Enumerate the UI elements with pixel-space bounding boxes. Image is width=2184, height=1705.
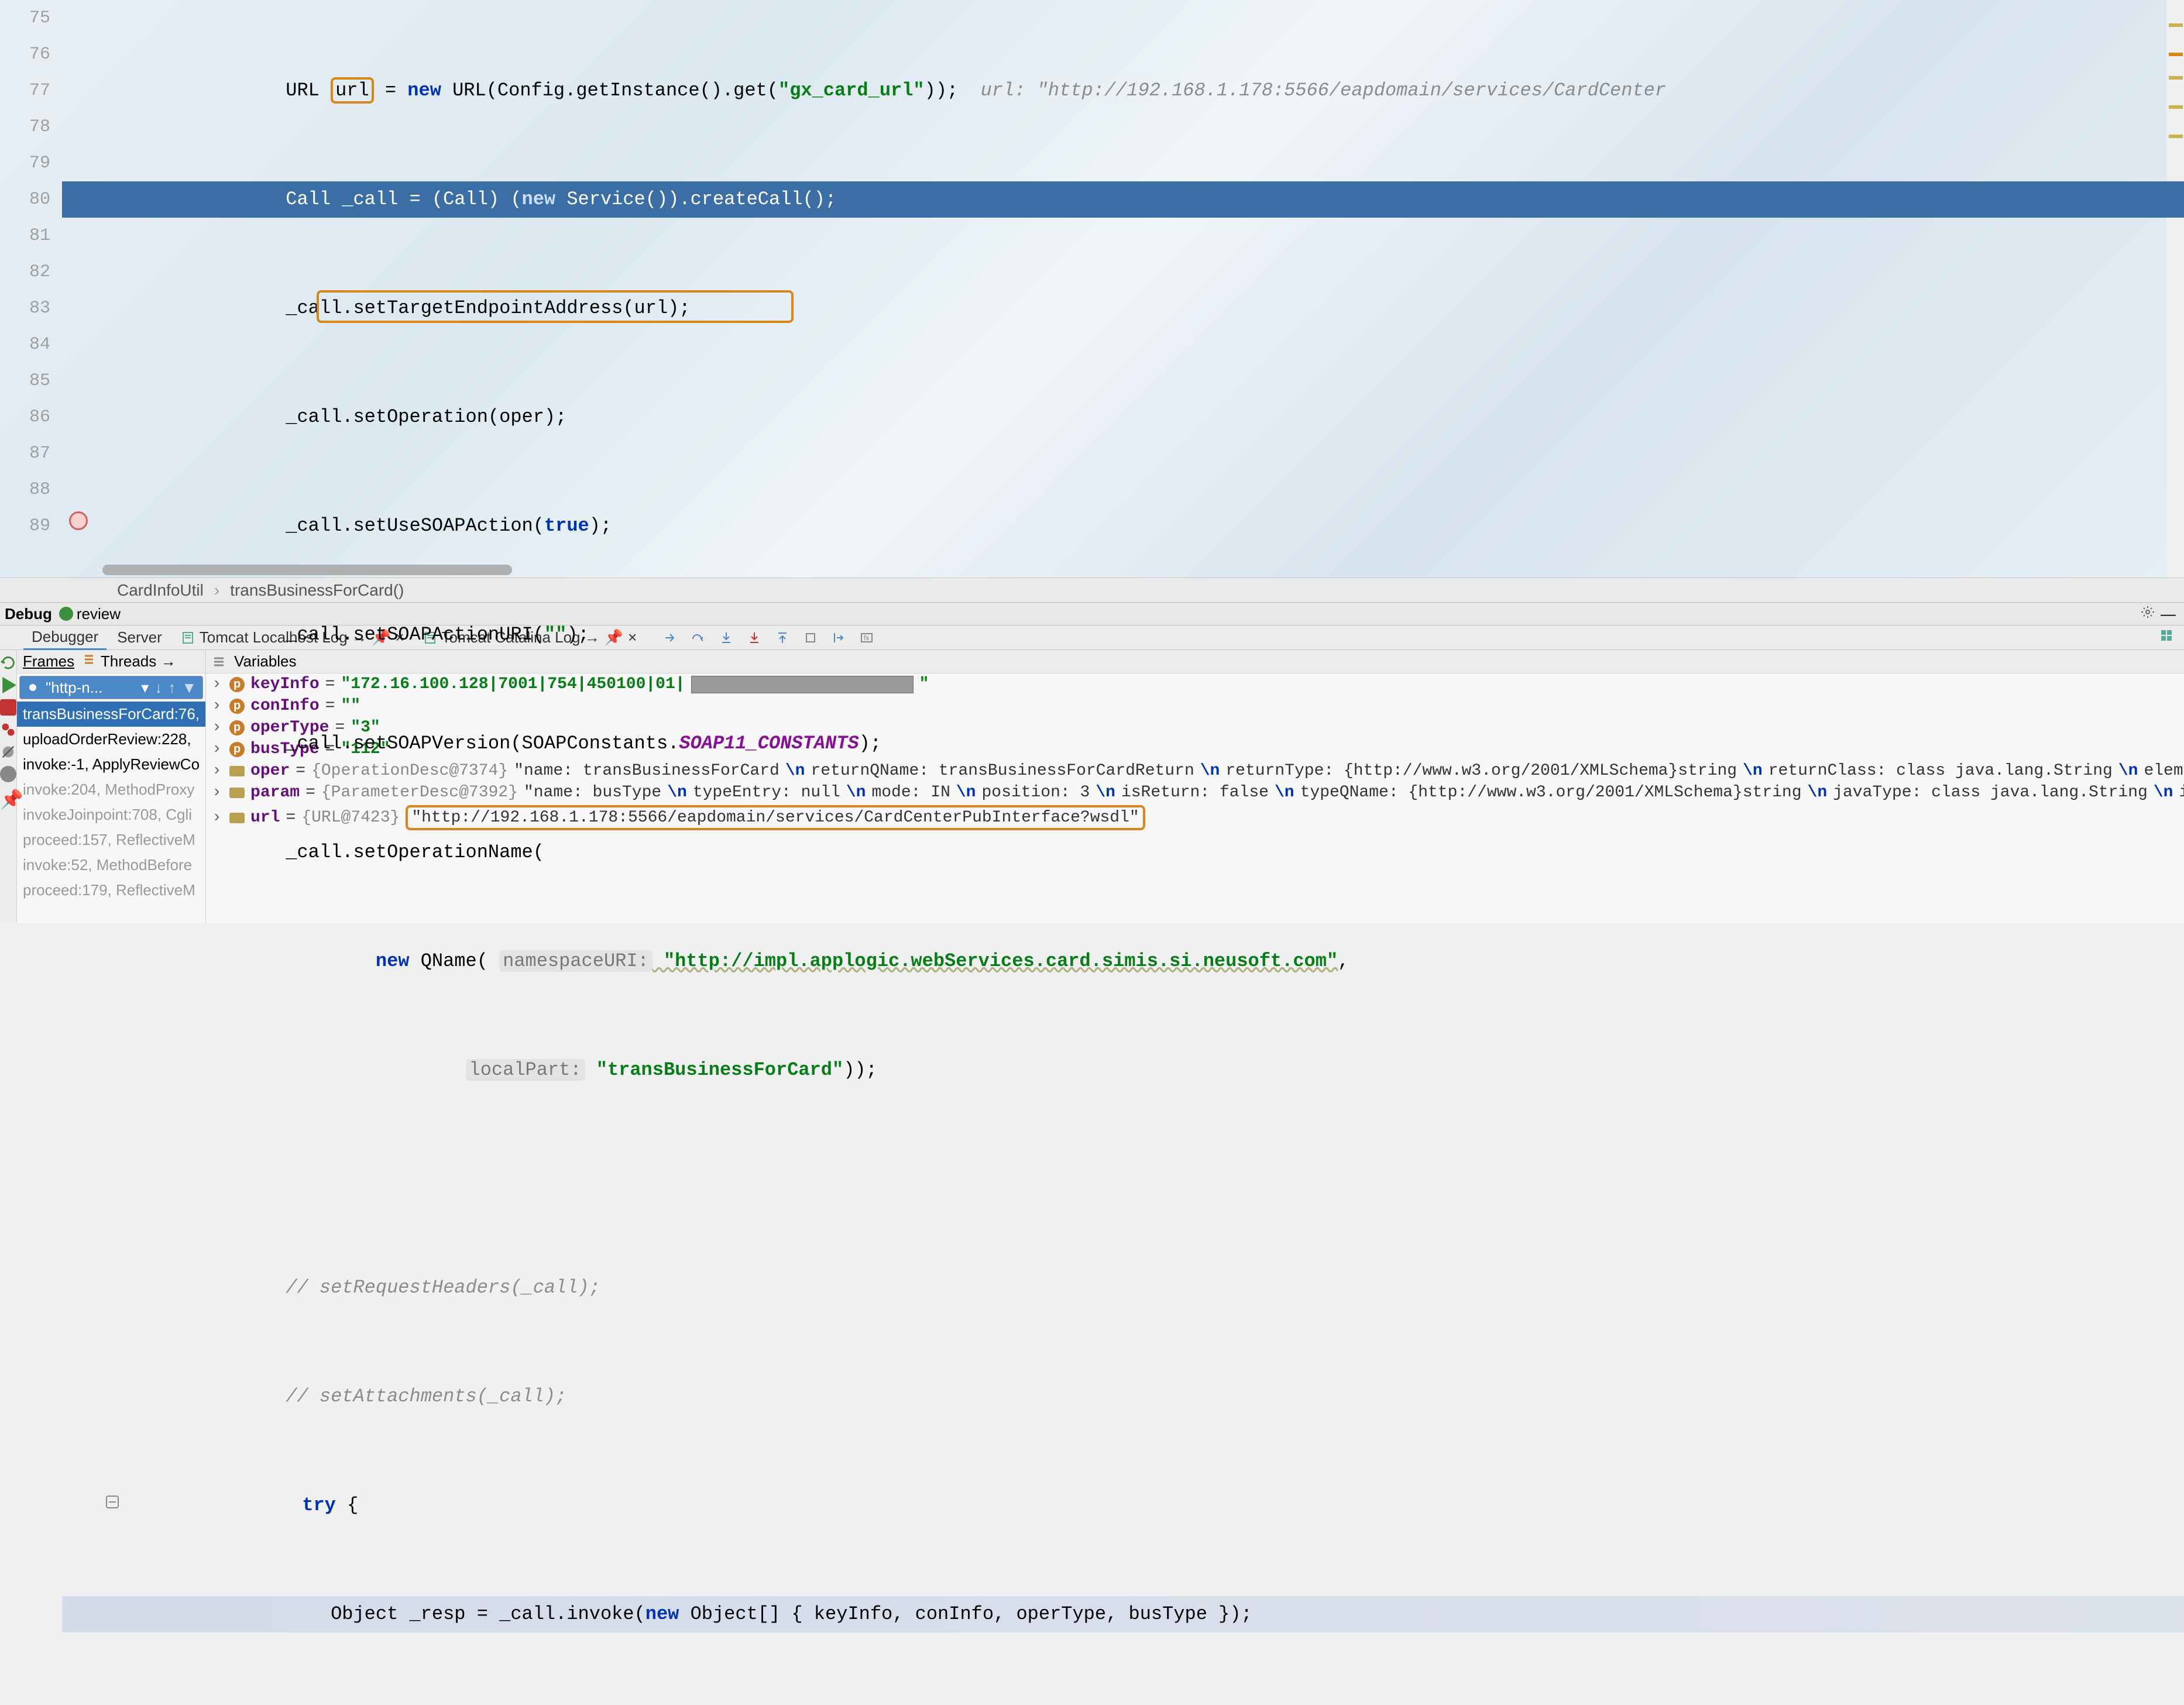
mute-breakpoints-icon[interactable]	[0, 744, 16, 760]
code-editor[interactable]: 75 76 77 78 79 80 81 82 83 84 85 86 87 8…	[0, 0, 2184, 578]
highlight-endpoint-call	[317, 290, 794, 323]
fold-icon[interactable]	[106, 1496, 119, 1508]
line-number-gutter: 75 76 77 78 79 80 81 82 83 84 85 86 87 8…	[0, 0, 62, 578]
horizontal-scrollbar[interactable]	[102, 565, 512, 575]
view-breakpoints-icon[interactable]	[0, 721, 16, 738]
execution-current-line[interactable]: Call _call = (Call) (new Service()).crea…	[62, 181, 2184, 218]
resume-icon[interactable]	[0, 677, 16, 693]
bug-icon	[59, 607, 73, 621]
code-body[interactable]: URL url = new URL(Config.getInstance().g…	[62, 0, 2184, 578]
inline-value-hint: url: "http://192.168.1.178:5566/eapdomai…	[958, 80, 1666, 101]
highlight-url-declaration: url	[331, 77, 374, 104]
stop-icon[interactable]	[0, 699, 16, 716]
rerun-icon[interactable]	[0, 655, 16, 671]
debug-title: Debug	[5, 605, 52, 623]
thread-icon	[26, 680, 40, 695]
debug-side-toolbar: 📌	[0, 650, 17, 923]
param-hint-localpart: localPart:	[466, 1059, 585, 1081]
pin-icon[interactable]: 📌	[0, 788, 16, 805]
param-hint-namespace: namespaceURI:	[499, 950, 653, 972]
settings-icon[interactable]	[0, 766, 16, 782]
